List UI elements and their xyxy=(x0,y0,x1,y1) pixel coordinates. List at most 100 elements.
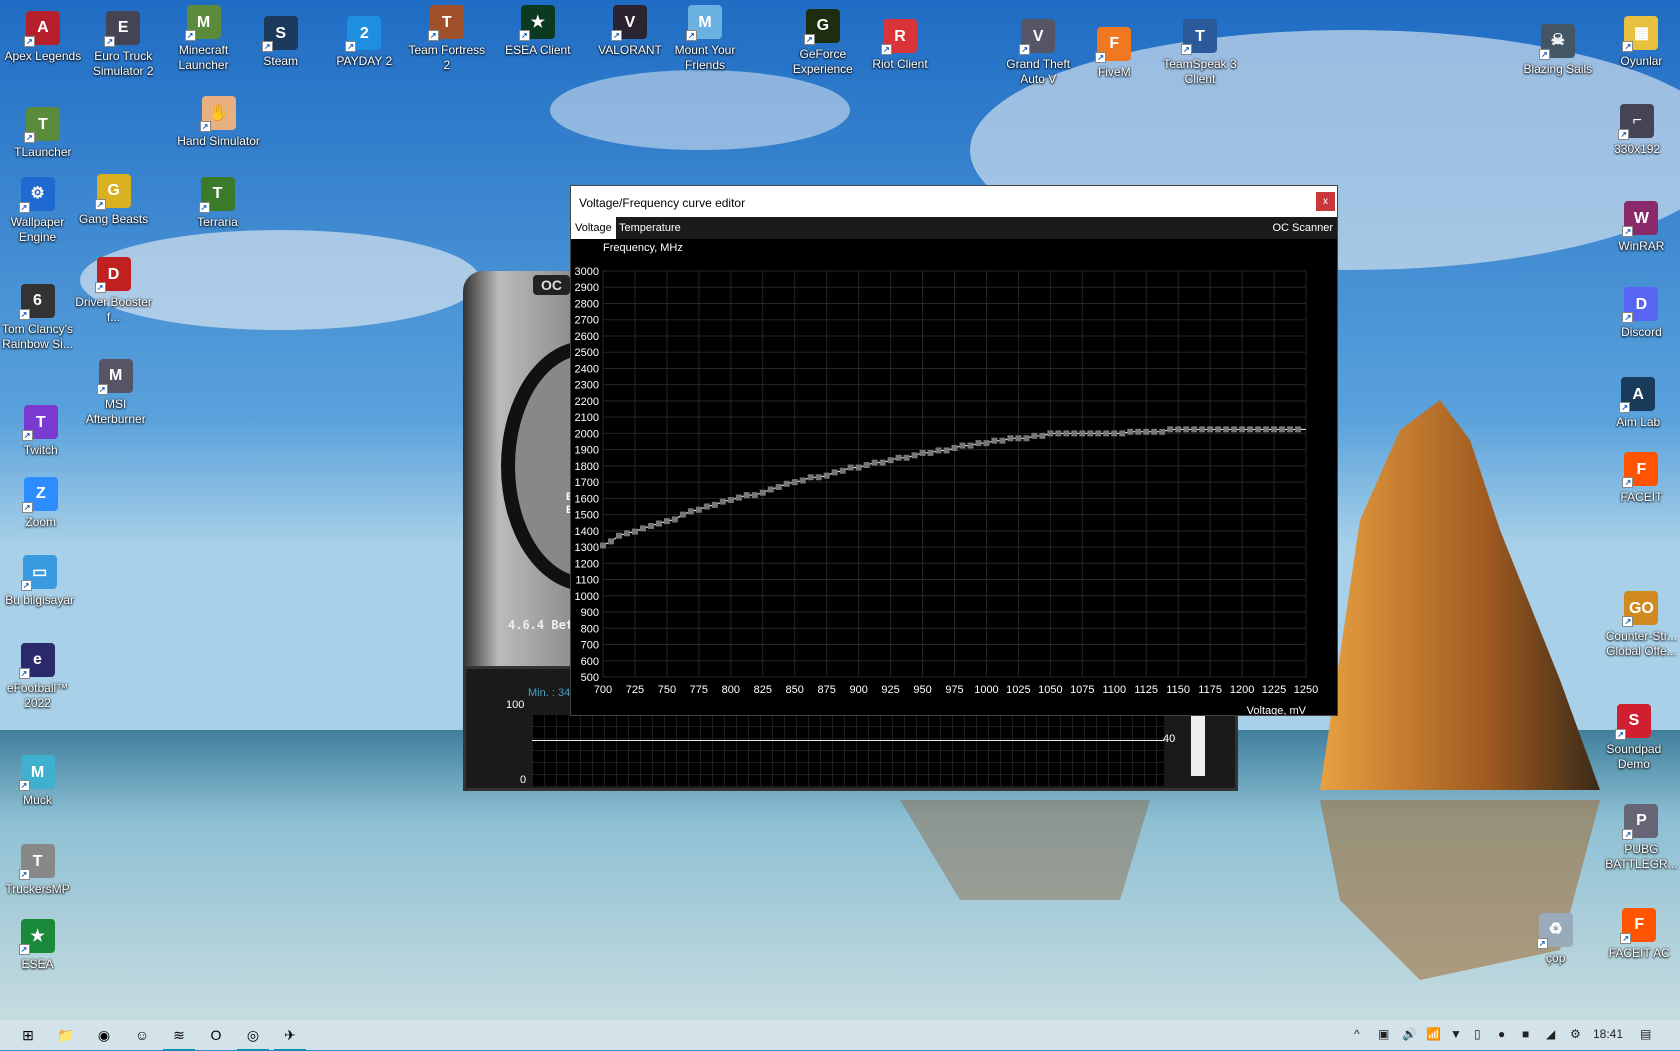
tab-temperature[interactable]: Temperature xyxy=(615,217,685,239)
oc-scanner-tab[interactable]: OC Scanner xyxy=(1268,217,1337,239)
desktop-icon[interactable]: S ↗ Steam xyxy=(239,16,323,69)
desktop-icon[interactable]: A ↗ Aim Lab xyxy=(1596,377,1680,430)
desktop-icon[interactable]: T ↗ TeamSpeak 3 Client xyxy=(1158,19,1242,87)
curve-point[interactable] xyxy=(927,449,934,456)
curve-point[interactable] xyxy=(1207,426,1214,433)
desktop-icon[interactable]: G ↗ GeForce Experience xyxy=(781,8,865,77)
curve-point[interactable] xyxy=(1287,426,1294,433)
desktop-icon[interactable]: F ↗ FiveM xyxy=(1072,26,1156,80)
desktop-icon[interactable]: ★ ↗ ESEA Client xyxy=(496,5,580,58)
curve-point[interactable] xyxy=(1199,426,1206,433)
curve-point[interactable] xyxy=(1167,426,1174,433)
curve-point[interactable] xyxy=(679,511,686,518)
tray-icon[interactable]: ● xyxy=(1498,1027,1505,1041)
curve-point[interactable] xyxy=(967,442,974,449)
curve-point[interactable] xyxy=(1191,426,1198,433)
desktop-icon[interactable]: Z ↗ Zoom xyxy=(0,476,83,530)
curve-point[interactable] xyxy=(1231,426,1238,433)
desktop-icon[interactable]: V ↗ Grand Theft Auto V xyxy=(996,19,1080,87)
curve-point[interactable] xyxy=(951,445,958,452)
curve-point[interactable] xyxy=(983,440,990,447)
clock[interactable]: 18:41 xyxy=(1593,1027,1623,1041)
desktop-icon[interactable]: T ↗ Terraria xyxy=(176,176,260,230)
taskbar-discord-button[interactable]: ☺ xyxy=(131,1024,153,1046)
show-hidden-icons-button[interactable]: ^ xyxy=(1354,1027,1360,1041)
curve-point[interactable] xyxy=(807,474,814,481)
curve-point[interactable] xyxy=(671,516,678,523)
curve-point[interactable] xyxy=(1135,428,1142,435)
tray-icon[interactable]: 🔊 xyxy=(1402,1027,1417,1041)
curve-point[interactable] xyxy=(1079,430,1086,437)
curve-point[interactable] xyxy=(975,440,982,447)
taskbar-start-button[interactable]: ⊞ xyxy=(17,1024,39,1046)
desktop-icon[interactable]: ☠ ↗ Blazing Sails xyxy=(1516,23,1600,77)
desktop-icon[interactable]: R ↗ Riot Client xyxy=(858,19,942,72)
curve-point[interactable] xyxy=(703,503,710,510)
desktop-icon[interactable]: M ↗ MSI Afterburner xyxy=(74,358,158,427)
desktop-icon[interactable]: D ↗ Driver Booster f... xyxy=(72,257,156,325)
curve-point[interactable] xyxy=(943,447,950,454)
desktop-icon[interactable]: F ↗ FACEIT AC xyxy=(1597,907,1680,961)
curve-point[interactable] xyxy=(1071,430,1078,437)
curve-point[interactable] xyxy=(855,464,862,471)
curve-point[interactable] xyxy=(1095,430,1102,437)
curve-point[interactable] xyxy=(1143,428,1150,435)
desktop-icon[interactable]: T ↗ Team Fortress 2 xyxy=(405,5,489,73)
desktop-icon[interactable]: 2 ↗ PAYDAY 2 xyxy=(322,16,406,69)
curve-point[interactable] xyxy=(959,442,966,449)
curve-point[interactable] xyxy=(647,522,654,529)
curve-point[interactable] xyxy=(1215,426,1222,433)
oc-scanner-button[interactable]: OC xyxy=(533,275,570,295)
curve-point[interactable] xyxy=(879,459,886,466)
curve-point[interactable] xyxy=(863,462,870,469)
desktop-icon[interactable]: GO ↗ Counter-Str... Global Offe... xyxy=(1599,591,1680,659)
curve-editor-window[interactable]: Voltage/Frequency curve editor x Voltage… xyxy=(570,185,1338,716)
tray-icon[interactable]: ⚙ xyxy=(1570,1027,1581,1041)
curve-point[interactable] xyxy=(1223,426,1230,433)
curve-point[interactable] xyxy=(1175,426,1182,433)
tray-icon[interactable]: ◢ xyxy=(1546,1027,1555,1041)
curve-point[interactable] xyxy=(903,454,910,461)
curve-point[interactable] xyxy=(607,538,614,545)
desktop-icon[interactable]: E ↗ Euro Truck Simulator 2 xyxy=(81,10,165,79)
curve-point[interactable] xyxy=(783,480,790,487)
curve-point[interactable] xyxy=(1271,426,1278,433)
curve-point[interactable] xyxy=(831,469,838,476)
curve-point[interactable] xyxy=(935,447,942,454)
curve-point[interactable] xyxy=(663,518,670,525)
curve-point[interactable] xyxy=(1063,430,1070,437)
desktop-icon[interactable]: ♻ ↗ çop xyxy=(1514,912,1598,966)
desktop-icon[interactable]: M ↗ Mount Your Friends xyxy=(663,5,747,73)
tray-icon[interactable]: 📶 xyxy=(1426,1027,1441,1041)
curve-point[interactable] xyxy=(767,486,774,493)
curve-point[interactable] xyxy=(1111,430,1118,437)
title-bar[interactable]: Voltage/Frequency curve editor x xyxy=(571,186,1337,217)
curve-point[interactable] xyxy=(847,464,854,471)
curve-point[interactable] xyxy=(695,506,702,513)
curve-point[interactable] xyxy=(600,542,606,549)
curve-point[interactable] xyxy=(775,483,782,490)
curve-point[interactable] xyxy=(639,525,646,532)
notification-center-button[interactable]: ▤ xyxy=(1640,1027,1651,1041)
curve-point[interactable] xyxy=(1263,426,1270,433)
curve-point[interactable] xyxy=(1159,428,1166,435)
curve-point[interactable] xyxy=(919,449,926,456)
tray-icon[interactable]: ▣ xyxy=(1378,1027,1389,1041)
desktop-icon[interactable]: e ↗ eFootball™ 2022 xyxy=(0,642,80,711)
curve-point[interactable] xyxy=(727,496,734,503)
curve-point[interactable] xyxy=(735,494,742,501)
curve-point[interactable] xyxy=(911,452,918,459)
curve-point[interactable] xyxy=(1279,426,1286,433)
curve-point[interactable] xyxy=(687,508,694,515)
desktop-icon[interactable]: V ↗ VALORANT xyxy=(588,5,672,58)
desktop-icon[interactable]: 6 ↗ Tom Clancy's Rainbow Si... xyxy=(0,283,80,352)
curve-point[interactable] xyxy=(751,492,758,499)
curve-point[interactable] xyxy=(1047,430,1054,437)
curve-point[interactable] xyxy=(823,472,830,479)
curve-point[interactable] xyxy=(631,528,638,535)
taskbar-file-explorer-button[interactable]: 📁 xyxy=(55,1024,77,1046)
curve-point[interactable] xyxy=(1255,426,1262,433)
monitoring-scrollbar[interactable] xyxy=(1191,714,1205,776)
curve-point[interactable] xyxy=(887,457,894,464)
curve-point[interactable] xyxy=(1247,426,1254,433)
